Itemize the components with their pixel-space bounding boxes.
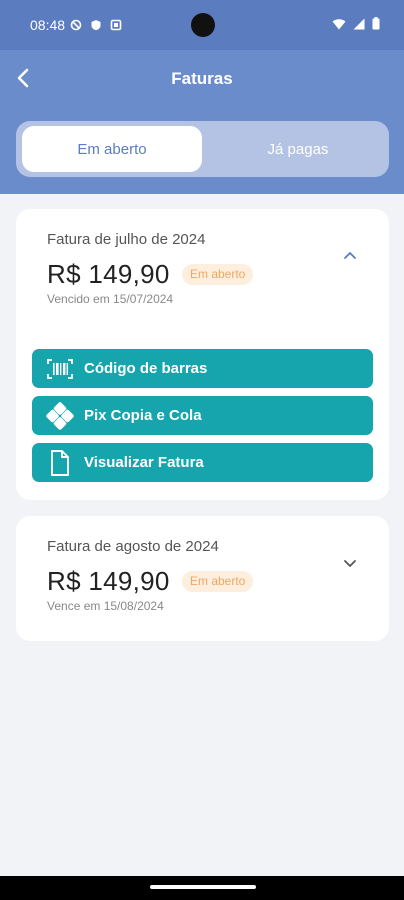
invoice-amount: R$ 149,90 bbox=[47, 566, 170, 596]
invoice-due-date: Vence em 15/08/2024 bbox=[47, 599, 164, 613]
page-title: Faturas bbox=[171, 69, 233, 88]
chevron-up-icon bbox=[344, 252, 356, 259]
tab-em-aberto[interactable]: Em aberto bbox=[22, 126, 202, 172]
wifi-icon bbox=[332, 17, 346, 35]
status-bar: 08:48 bbox=[0, 0, 404, 50]
invoice-title: Fatura de julho de 2024 bbox=[47, 231, 206, 248]
status-time: 08:48 bbox=[30, 17, 66, 33]
home-indicator[interactable] bbox=[150, 885, 256, 889]
pix-copy-button[interactable]: Pix Copia e Cola bbox=[32, 396, 373, 435]
barcode-icon bbox=[46, 355, 74, 383]
barcode-button-label: Código de barras bbox=[84, 360, 208, 377]
invoice-title: Fatura de agosto de 2024 bbox=[47, 538, 219, 555]
collapse-button[interactable] bbox=[341, 247, 359, 265]
invoice-card[interactable]: Fatura de agosto de 2024 R$ 149,90 Em ab… bbox=[16, 516, 389, 641]
invoice-card[interactable]: Fatura de julho de 2024 R$ 149,90 Em abe… bbox=[16, 209, 389, 500]
invoice-amount: R$ 149,90 bbox=[47, 259, 170, 289]
expand-button[interactable] bbox=[341, 554, 359, 572]
barcode-button[interactable]: Código de barras bbox=[32, 349, 373, 388]
battery-icon bbox=[372, 17, 380, 35]
view-invoice-label: Visualizar Fatura bbox=[84, 454, 204, 471]
shield-icon bbox=[70, 18, 82, 31]
notification-icon bbox=[110, 18, 122, 31]
status-badge: Em aberto bbox=[182, 571, 254, 592]
tab-ja-pagas[interactable]: Já pagas bbox=[212, 126, 384, 172]
pix-icon bbox=[46, 401, 74, 430]
app-header: Faturas Em aberto Já pagas bbox=[0, 50, 404, 194]
status-badge: Em aberto bbox=[182, 264, 254, 285]
pix-button-label: Pix Copia e Cola bbox=[84, 407, 202, 424]
chevron-down-icon bbox=[344, 560, 356, 567]
security-icon bbox=[90, 18, 102, 31]
invoice-status-tabs: Em aberto Já pagas bbox=[16, 121, 389, 177]
view-invoice-button[interactable]: Visualizar Fatura bbox=[32, 443, 373, 482]
invoice-due-date: Vencido em 15/07/2024 bbox=[47, 292, 174, 306]
camera-cutout bbox=[191, 13, 215, 37]
document-icon bbox=[46, 449, 74, 477]
signal-icon bbox=[353, 17, 365, 35]
